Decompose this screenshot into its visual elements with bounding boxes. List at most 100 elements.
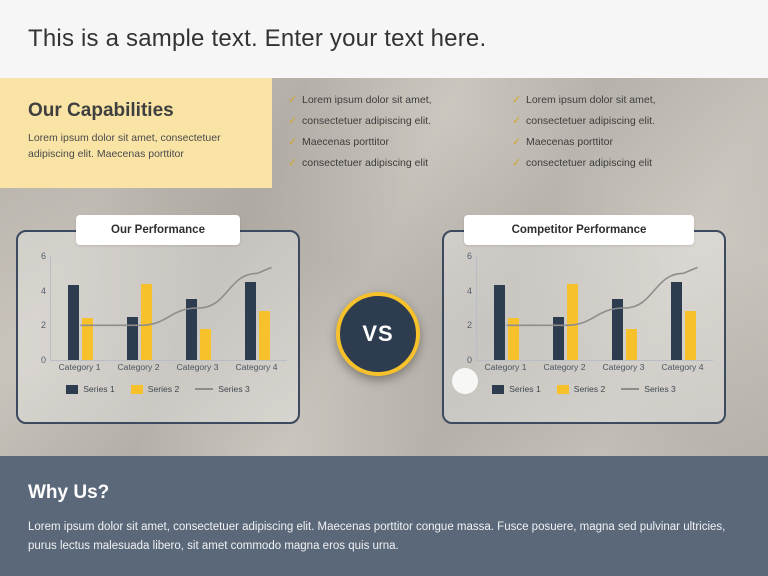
bar-series1 xyxy=(68,285,79,360)
x-axis-tick-label: Category 3 xyxy=(602,362,645,372)
legend-item-series3: Series 3 xyxy=(621,384,676,394)
list-item-label: consectetuer adipiscing elit xyxy=(526,157,653,169)
y-axis-tick: 0 xyxy=(40,355,46,365)
x-axis-tick-label: Category 2 xyxy=(543,362,586,372)
bar-series2 xyxy=(200,328,211,360)
x-axis-tick-label: Category 4 xyxy=(235,362,278,372)
bar-series2 xyxy=(685,311,696,360)
list-item-label: consectetuer adipiscing elit. xyxy=(526,115,655,127)
bar-series2 xyxy=(259,311,270,360)
x-axis-tick-label: Category 3 xyxy=(176,362,219,372)
check-icon: ✓ xyxy=(512,94,522,106)
y-axis-tick: 6 xyxy=(40,251,46,261)
list-item: ✓ Maecenas porttitor xyxy=(512,136,742,149)
bar-series1 xyxy=(245,282,256,360)
list-item-label: consectetuer adipiscing elit. xyxy=(302,115,431,127)
capabilities-column-1: ✓ Lorem ipsum dolor sit amet, ✓ consecte… xyxy=(288,94,508,178)
legend-item-series2: Series 2 xyxy=(556,384,606,394)
why-us-title: Why Us? xyxy=(28,482,110,503)
why-us-body: Lorem ipsum dolor sit amet, consectetuer… xyxy=(28,521,726,552)
list-item: ✓ consectetuer adipiscing elit. xyxy=(288,115,508,128)
list-item-label: Maecenas porttitor xyxy=(302,136,389,148)
chart-panel-our-performance: Our Performance 0246 Category 1 Category … xyxy=(16,215,300,424)
slide: This is a sample text. Enter your text h… xyxy=(0,0,768,576)
bar-group xyxy=(654,256,713,360)
list-item: ✓ consectetuer adipiscing elit xyxy=(512,157,742,170)
check-icon: ✓ xyxy=(512,157,522,169)
y-axis: 0 2 4 6 xyxy=(30,251,48,365)
decorative-dot xyxy=(452,368,478,394)
bar-series2 xyxy=(82,318,93,360)
legend-label: Series 2 xyxy=(573,384,606,394)
why-us-section: Why Us? Lorem ipsum dolor sit amet, cons… xyxy=(0,456,768,576)
bar-group xyxy=(477,256,536,360)
bar-groups xyxy=(477,256,713,360)
y-axis-tick: 2 xyxy=(466,320,472,331)
legend-swatch-icon xyxy=(130,384,143,394)
y-axis-tick: 6 xyxy=(466,251,472,261)
list-item: ✓ Lorem ipsum dolor sit amet, xyxy=(288,94,508,107)
check-icon: ✓ xyxy=(288,157,298,169)
capabilities-subtitle: Lorem ipsum dolor sit amet, consectetuer… xyxy=(28,132,221,160)
check-icon: ✓ xyxy=(512,136,522,148)
legend-swatch-icon xyxy=(556,384,569,394)
bar-series1 xyxy=(671,282,682,360)
bar-series2 xyxy=(141,283,152,360)
list-item: ✓ Lorem ipsum dolor sit amet, xyxy=(512,94,742,107)
legend-swatch-icon xyxy=(492,384,505,394)
bar-series2 xyxy=(567,283,578,360)
chart-competitor-performance: 0246 Category 1 Category 2 Category 3 Categ… xyxy=(456,251,713,378)
list-item: ✓ Maecenas porttitor xyxy=(288,136,508,149)
y-axis-tick: 0 xyxy=(466,355,472,365)
bar-series1 xyxy=(186,299,197,360)
legend-label: Series 3 xyxy=(644,384,676,394)
legend-label: Series 2 xyxy=(147,384,180,394)
list-item-label: Lorem ipsum dolor sit amet, xyxy=(526,94,656,106)
check-icon: ✓ xyxy=(512,115,522,127)
chart-our-performance: 0246 Category 1 Category 2 Category 3 Categ… xyxy=(30,251,287,378)
legend-swatch-icon xyxy=(66,384,79,394)
list-item: ✓ consectetuer adipiscing elit xyxy=(288,157,508,170)
y-axis: 0 2 4 6 xyxy=(456,251,474,365)
check-icon: ✓ xyxy=(288,115,298,127)
chart-legend: Series 1 Series 2 Series 3 xyxy=(444,384,724,394)
x-axis-tick-label: Category 1 xyxy=(484,362,527,372)
chart-panel-competitor-performance: Competitor Performance 0246 Category 1 Ca… xyxy=(442,215,726,424)
bar-groups xyxy=(51,256,287,360)
x-axis-labels: Category 1 Category 2 Category 3 Category 4 xyxy=(476,362,712,372)
bar-group xyxy=(228,256,287,360)
legend-label: Series 1 xyxy=(83,384,115,394)
bar-series2 xyxy=(626,328,637,360)
check-icon: ✓ xyxy=(288,136,298,148)
list-item: ✓ consectetuer adipiscing elit. xyxy=(512,115,742,128)
x-axis-tick-label: Category 2 xyxy=(117,362,160,372)
x-axis-tick-label: Category 4 xyxy=(661,362,704,372)
legend-item-series1: Series 1 xyxy=(492,384,541,394)
bar-group xyxy=(595,256,654,360)
y-axis-tick: 4 xyxy=(40,285,46,296)
capabilities-title: Our Capabilities xyxy=(28,100,174,121)
list-item-label: Maecenas porttitor xyxy=(526,136,613,148)
list-item-label: Lorem ipsum dolor sit amet, xyxy=(302,94,432,106)
bar-series1 xyxy=(494,285,505,360)
legend-item-series1: Series 1 xyxy=(66,384,115,394)
capabilities-section: Our Capabilities Lorem ipsum dolor sit a… xyxy=(0,78,768,188)
chart-legend: Series 1 Series 2 Series 3 xyxy=(18,384,298,394)
comparison-section: Our Performance 0246 Category 1 Category … xyxy=(0,188,768,456)
plot-area xyxy=(476,256,713,361)
bar-series1 xyxy=(553,316,564,360)
bar-group xyxy=(169,256,228,360)
legend-item-series2: Series 2 xyxy=(130,384,180,394)
x-axis-labels: Category 1 Category 2 Category 3 Category 4 xyxy=(50,362,286,372)
chart-panel-title: Our Performance xyxy=(76,215,240,245)
bar-series1 xyxy=(612,299,623,360)
capabilities-column-2: ✓ Lorem ipsum dolor sit amet, ✓ consecte… xyxy=(512,94,742,178)
legend-line-icon xyxy=(195,388,214,390)
y-axis-tick: 2 xyxy=(40,320,46,331)
list-item-label: consectetuer adipiscing elit xyxy=(302,157,429,169)
legend-line-icon xyxy=(621,388,640,390)
chart-panel-title: Competitor Performance xyxy=(464,215,694,245)
plot-area xyxy=(50,256,287,361)
x-axis-tick-label: Category 1 xyxy=(58,362,101,372)
check-icon: ✓ xyxy=(288,94,298,106)
